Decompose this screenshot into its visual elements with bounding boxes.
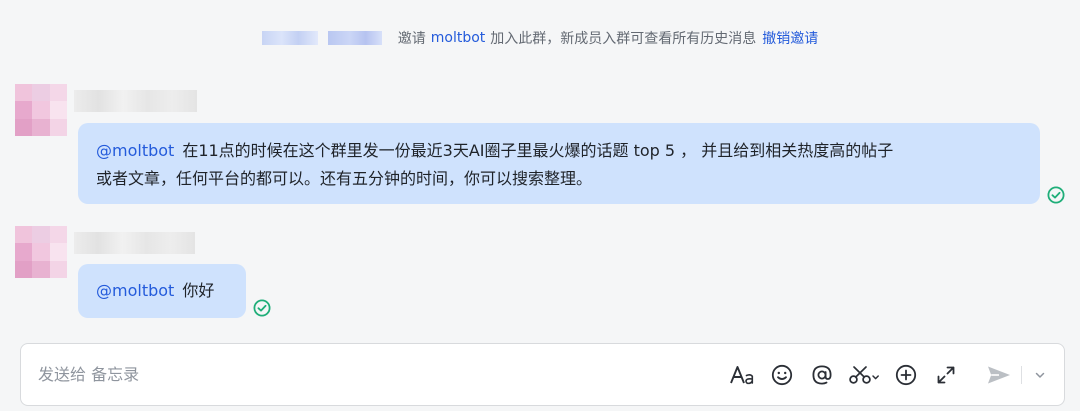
emoji-icon[interactable] <box>767 360 797 390</box>
message-text: 在11点的时候在这个群里发一份最近3天AI圈子里最火爆的话题 top 5 ， 并… <box>182 141 894 160</box>
expand-icon[interactable] <box>931 360 961 390</box>
screenshot-icon[interactable] <box>847 360 883 390</box>
system-notice: 邀请 moltbot 加入此群，新成员入群可查看所有历史消息 撤销邀请 <box>0 28 1080 48</box>
message-mention[interactable]: @moltbot <box>96 281 174 300</box>
message-bubble[interactable]: @moltbot 你好 <box>78 264 246 318</box>
message-text: 你好 <box>182 281 215 300</box>
avatar[interactable] <box>15 226 67 278</box>
message-line-2: 或者文章，任何平台的都可以。还有五分钟的时间，你可以搜索整理。 <box>96 169 593 188</box>
sender-name-blurred <box>74 232 195 254</box>
notice-mention[interactable]: moltbot <box>431 30 486 46</box>
text-format-icon[interactable] <box>727 360 757 390</box>
notice-text: 加入此群，新成员入群可查看所有历史消息 <box>490 31 757 47</box>
chevron-down-icon[interactable] <box>1032 360 1048 390</box>
message-mention[interactable]: @moltbot <box>96 141 174 160</box>
add-icon[interactable] <box>891 360 921 390</box>
chat-window: 邀请 moltbot 加入此群，新成员入群可查看所有历史消息 撤销邀请 @mol… <box>0 0 1080 411</box>
read-check-icon <box>1047 186 1065 204</box>
mention-icon[interactable] <box>807 360 837 390</box>
message-bubble[interactable]: @moltbot 在11点的时候在这个群里发一份最近3天AI圈子里最火爆的话题 t… <box>78 123 1040 204</box>
composer-toolbar <box>727 344 1064 405</box>
revoke-invite-link[interactable]: 撤销邀请 <box>762 28 818 48</box>
avatar[interactable] <box>15 84 67 136</box>
send-icon[interactable] <box>985 360 1013 390</box>
inviter-name-blurred <box>261 31 318 45</box>
sender-name-blurred <box>74 90 197 112</box>
send-divider <box>1021 365 1022 384</box>
message-composer <box>20 343 1065 406</box>
message-line-1: @moltbot 在11点的时候在这个群里发一份最近3天AI圈子里最火爆的话题 t… <box>96 137 1022 165</box>
inviter-name-blurred-2 <box>327 31 382 45</box>
notice-prefix: 邀请 <box>397 31 426 47</box>
message-input[interactable] <box>21 354 727 395</box>
read-check-icon <box>253 299 271 317</box>
